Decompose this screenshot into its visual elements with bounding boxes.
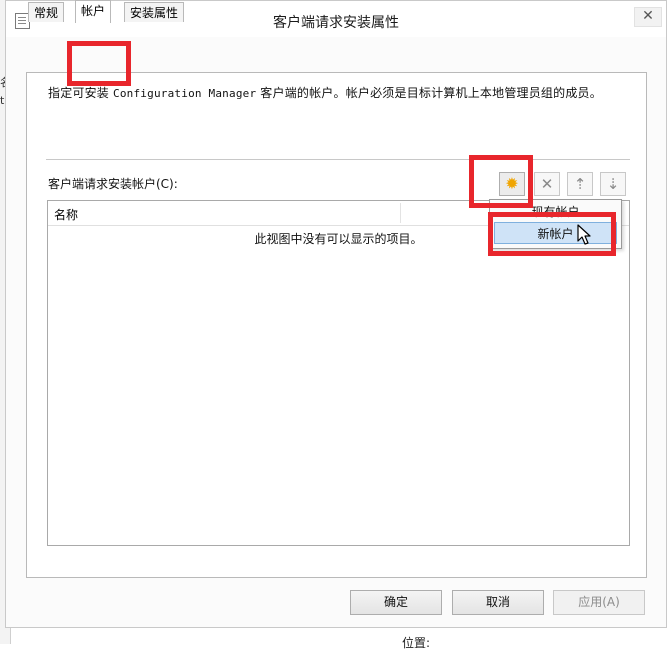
section-separator — [46, 159, 630, 160]
description-prefix: 指定可安装 — [48, 86, 114, 100]
accounts-list[interactable]: 名称 此视图中没有可以显示的项目。 — [47, 200, 630, 546]
new-account-dropdown: 现有帐户 新帐户 — [489, 199, 622, 249]
column-header-name[interactable]: 名称 — [54, 206, 78, 223]
column-divider[interactable] — [400, 203, 401, 223]
apply-button[interactable]: 应用(A) — [553, 590, 645, 615]
move-down-icon: ⇣ — [606, 175, 620, 193]
new-account-button[interactable]: ✹ — [499, 172, 525, 196]
delete-x-icon: ✕ — [540, 175, 554, 193]
move-up-icon: ⇡ — [573, 175, 587, 193]
install-accounts-label: 客户端请求安装帐户(C): — [48, 177, 178, 191]
ok-button[interactable]: 确定 — [350, 590, 442, 615]
new-starburst-icon: ✹ — [505, 174, 519, 193]
background-fragment: t — [0, 94, 5, 107]
delete-account-button[interactable]: ✕ — [534, 172, 560, 196]
description-suffix: 客户端的帐户。帐户必须是目标计算机上本地管理员组的成员。 — [256, 86, 602, 100]
tab-accounts[interactable]: 帐户 — [75, 0, 112, 23]
close-button[interactable]: ✕ — [634, 7, 662, 27]
cancel-button[interactable]: 取消 — [452, 590, 544, 615]
tab-install-properties[interactable]: 安装属性 — [124, 2, 185, 22]
tab-general[interactable]: 常规 — [28, 2, 65, 22]
menu-item-new-account[interactable]: 新帐户 — [494, 222, 617, 244]
move-down-button[interactable]: ⇣ — [600, 172, 626, 196]
menu-item-existing-account[interactable]: 现有帐户 — [494, 201, 617, 223]
description-text: 指定可安装 Configuration Manager 客户端的帐户。帐户必须是… — [48, 84, 602, 101]
description-product: Configuration Manager — [113, 87, 257, 100]
mouse-cursor-icon — [577, 224, 591, 245]
background-location-label: 位置: — [402, 636, 431, 650]
move-up-button[interactable]: ⇡ — [567, 172, 593, 196]
